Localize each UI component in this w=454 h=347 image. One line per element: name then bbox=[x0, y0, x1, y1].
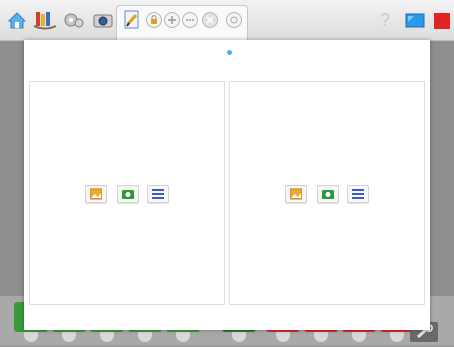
image-icon[interactable] bbox=[285, 185, 307, 203]
right-panel[interactable] bbox=[229, 81, 425, 305]
image-icon[interactable] bbox=[85, 185, 107, 203]
camera-icon[interactable] bbox=[317, 185, 339, 203]
more-icon[interactable] bbox=[182, 12, 198, 28]
blue-screen-icon[interactable] bbox=[404, 9, 426, 31]
delete-icon[interactable] bbox=[202, 12, 218, 28]
toolbar: ? bbox=[0, 0, 454, 41]
left-panel[interactable] bbox=[29, 81, 225, 305]
edit-page-icon[interactable] bbox=[122, 9, 142, 31]
books-icon[interactable] bbox=[32, 9, 58, 31]
page-indicator-dot[interactable] bbox=[227, 50, 232, 55]
settings-icon[interactable] bbox=[226, 12, 242, 28]
workspace-left bbox=[0, 40, 24, 310]
lock-icon[interactable] bbox=[146, 12, 162, 28]
camera-icon[interactable] bbox=[92, 9, 114, 31]
gears-icon[interactable] bbox=[62, 9, 86, 31]
home-icon[interactable] bbox=[6, 9, 28, 31]
text-lines-icon[interactable] bbox=[347, 185, 369, 203]
text-lines-icon[interactable] bbox=[147, 185, 169, 203]
workspace-right bbox=[430, 40, 454, 310]
red-square-icon[interactable] bbox=[432, 9, 450, 31]
help-icon[interactable]: ? bbox=[377, 9, 393, 31]
add-icon[interactable] bbox=[164, 12, 180, 28]
camera-icon[interactable] bbox=[117, 185, 139, 203]
page-editor-dialog bbox=[24, 40, 430, 330]
